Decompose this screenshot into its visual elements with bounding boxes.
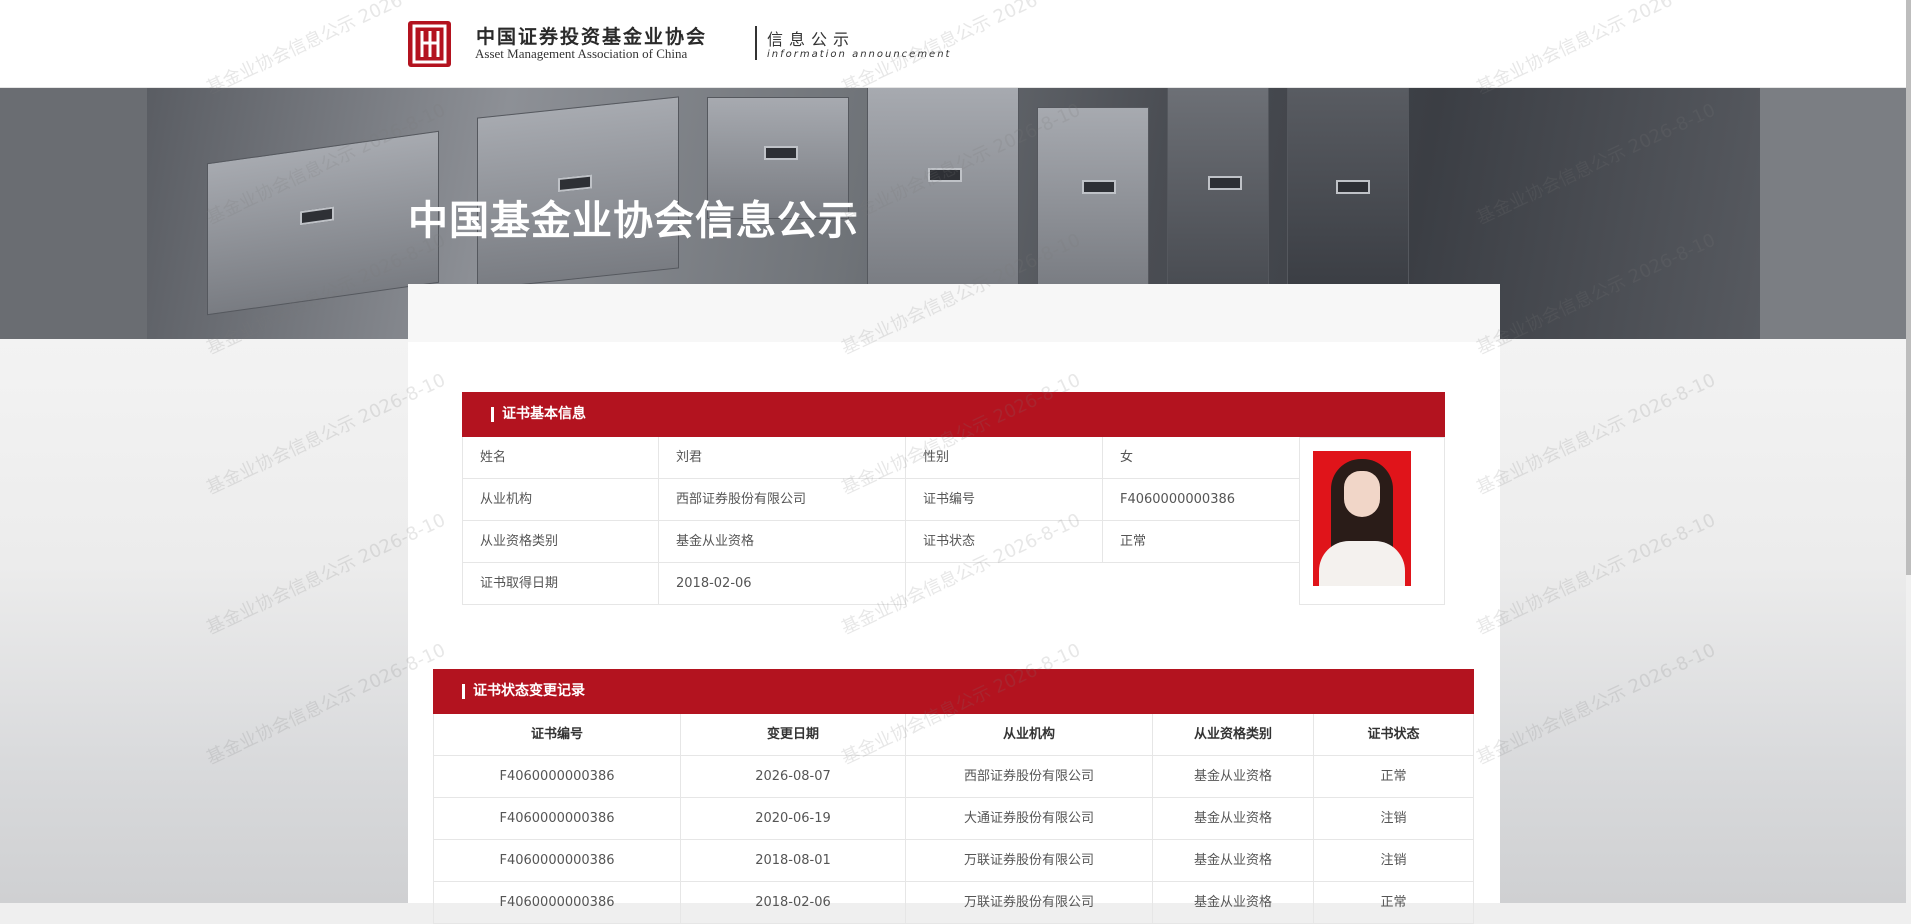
history-cell-date: 2026-08-07 <box>681 756 906 798</box>
field-value-cert-status: 正常 <box>1103 521 1300 563</box>
amac-logo-icon <box>408 21 451 67</box>
hero-side-right <box>1760 87 1911 339</box>
field-label-cert-status: 证书状态 <box>906 521 1103 563</box>
history-col-cert-number: 证书编号 <box>433 714 681 756</box>
history-col-institution: 从业机构 <box>906 714 1153 756</box>
history-section-header: 证书状态变更记录 <box>433 669 1474 714</box>
history-cell-qualification: 基金从业资格 <box>1153 882 1314 924</box>
history-cell-date: 2018-02-06 <box>681 882 906 924</box>
org-name-en: Asset Management Association of China <box>475 46 688 61</box>
history-cell-institution: 万联证券股份有限公司 <box>906 882 1153 924</box>
history-section-title: 证书状态变更记录 <box>473 683 585 699</box>
field-value-cert-number: F4060000000386 <box>1103 479 1300 521</box>
page-scrollbar-thumb[interactable] <box>1906 0 1911 575</box>
page-title: 中国基金业协会信息公示 <box>408 198 859 244</box>
hero-side-left <box>0 87 147 339</box>
field-label-institution: 从业机构 <box>462 479 659 521</box>
field-label-issue-date: 证书取得日期 <box>462 563 659 605</box>
history-cell-qualification: 基金从业资格 <box>1153 756 1314 798</box>
history-cell-cert-number: F4060000000386 <box>433 798 681 840</box>
field-value-name: 刘君 <box>659 437 906 479</box>
field-value-institution: 西部证券股份有限公司 <box>659 479 906 521</box>
banner-drawer-decor <box>1167 87 1269 309</box>
history-cell-institution: 大通证券股份有限公司 <box>906 798 1153 840</box>
history-cell-cert-number: F4060000000386 <box>433 882 681 924</box>
field-label-gender: 性别 <box>906 437 1103 479</box>
history-cell-status: 注销 <box>1314 798 1474 840</box>
history-cell-status: 正常 <box>1314 882 1474 924</box>
holder-photo <box>1313 451 1411 586</box>
field-value-gender: 女 <box>1103 437 1300 479</box>
field-label-name: 姓名 <box>462 437 659 479</box>
card-top-band <box>408 284 1500 342</box>
history-cell-status: 正常 <box>1314 756 1474 798</box>
section-marker <box>491 407 494 422</box>
field-value-qualification: 基金从业资格 <box>659 521 906 563</box>
field-label-cert-number: 证书编号 <box>906 479 1103 521</box>
history-col-change-date: 变更日期 <box>681 714 906 756</box>
history-col-status: 证书状态 <box>1314 714 1474 756</box>
history-cell-cert-number: F4060000000386 <box>433 840 681 882</box>
logo-subtitle-cn: 信息公示 <box>767 30 856 49</box>
history-cell-qualification: 基金从业资格 <box>1153 840 1314 882</box>
banner-drawer-decor <box>1037 107 1149 289</box>
holder-photo-frame <box>1299 437 1445 605</box>
banner-drawer-decor <box>207 130 439 316</box>
history-cell-status: 注销 <box>1314 840 1474 882</box>
history-cell-institution: 西部证券股份有限公司 <box>906 756 1153 798</box>
certificate-section-title: 证书基本信息 <box>502 406 586 422</box>
history-cell-institution: 万联证券股份有限公司 <box>906 840 1153 882</box>
logo-divider <box>755 26 757 60</box>
certificate-section-header: 证书基本信息 <box>462 392 1445 437</box>
site-header: 中国证券投资基金业协会 Asset Management Association… <box>0 0 1911 88</box>
banner-drawer-decor <box>867 87 1019 289</box>
org-name-cn: 中国证券投资基金业协会 <box>476 26 708 48</box>
section-marker <box>462 684 465 699</box>
field-value-issue-date: 2018-02-06 <box>659 563 906 605</box>
history-col-qualification: 从业资格类别 <box>1153 714 1314 756</box>
history-cell-date: 2020-06-19 <box>681 798 906 840</box>
history-cell-qualification: 基金从业资格 <box>1153 798 1314 840</box>
field-label-qualification: 从业资格类别 <box>462 521 659 563</box>
history-cell-date: 2018-08-01 <box>681 840 906 882</box>
logo-subtitle-en: information announcement <box>767 49 952 60</box>
history-cell-cert-number: F4060000000386 <box>433 756 681 798</box>
